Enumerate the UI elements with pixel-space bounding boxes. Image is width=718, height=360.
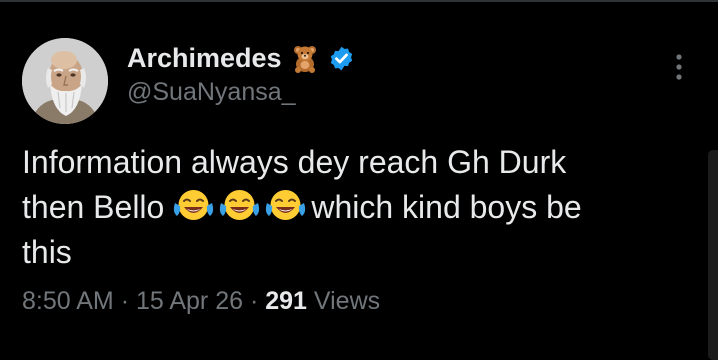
- views-label[interactable]: Views: [314, 287, 380, 315]
- author-handle[interactable]: @SuaNyansa_: [127, 78, 296, 107]
- meta-separator: ·: [120, 287, 130, 315]
- face-with-tears-of-joy-icon: [218, 188, 261, 224]
- top-divider: [0, 0, 718, 2]
- face-with-tears-of-joy-icon: [264, 188, 307, 224]
- more-options-icon: [676, 54, 682, 80]
- tweet-text-line-2-end: which kind boys be: [311, 189, 582, 225]
- tweet-time[interactable]: 8:50 AM: [22, 287, 114, 315]
- tweet-date[interactable]: 15 Apr 26: [136, 287, 243, 315]
- meta-separator: ·: [249, 287, 259, 315]
- avatar[interactable]: [22, 38, 108, 124]
- display-name[interactable]: Archimedes: [127, 43, 282, 74]
- scrollbar[interactable]: [708, 150, 718, 360]
- face-with-tears-of-joy-icon: [172, 188, 215, 224]
- tweet-meta: 8:50 AM · 15 Apr 26 · 291 Views: [22, 287, 380, 316]
- author-name-row: Archimedes: [127, 40, 355, 76]
- avatar-portrait: [22, 38, 108, 124]
- views-count[interactable]: 291: [265, 287, 307, 315]
- verified-badge-icon[interactable]: [328, 45, 355, 72]
- more-options-button[interactable]: [664, 50, 694, 84]
- tweet-text-line-2: then Bello which kind boys be: [22, 185, 672, 230]
- tweet-text-line-3: this: [22, 234, 72, 270]
- tweet-text: Information always dey reach Gh Durk the…: [22, 140, 672, 275]
- laugh-emoji-group: [172, 188, 307, 224]
- tweet-text-line-1: Information always dey reach Gh Durk: [22, 144, 567, 180]
- teddy-bear-icon: [290, 43, 320, 73]
- tweet-text-line-2-start: then Bello: [22, 189, 165, 225]
